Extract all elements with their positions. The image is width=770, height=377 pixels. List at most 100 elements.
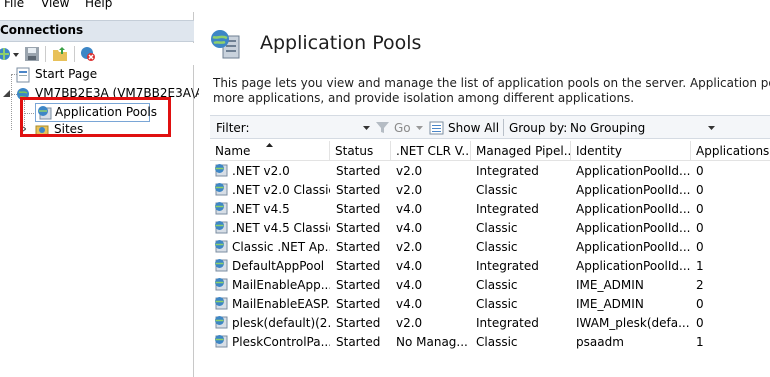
- table-row[interactable]: Classic .NET Ap... Started v2.0 Classic Appl…: [210, 238, 770, 257]
- go-funnel-icon: [376, 122, 389, 133]
- cell-identity: ApplicationPoolId...: [576, 221, 691, 235]
- cell-identity: psaadm: [576, 335, 624, 349]
- description-line: This page lets you view and manage the l…: [213, 76, 770, 90]
- go-button[interactable]: Go: [394, 121, 411, 135]
- menu-bar: File View Help: [0, 0, 770, 12]
- table-row[interactable]: plesk(default)(2.... Started v2.0 Integrate…: [210, 314, 770, 333]
- highlight-annotation-box: [20, 97, 171, 137]
- cell-status: Started: [336, 183, 381, 197]
- cell-identity: ApplicationPoolId...: [576, 183, 691, 197]
- group-by-select[interactable]: No Grouping: [570, 121, 645, 135]
- app-pool-icon: [215, 164, 228, 177]
- cell-applications: 0: [696, 221, 704, 235]
- app-pool-icon: [215, 335, 228, 348]
- go-dropdown-icon[interactable]: [416, 126, 423, 130]
- connect-globe-icon[interactable]: [0, 46, 12, 62]
- show-all-button[interactable]: Show All: [448, 121, 499, 135]
- table-row[interactable]: PleskControlPa... Started No Manag... Class…: [210, 333, 770, 352]
- cell-identity: IME_ADMIN: [576, 297, 644, 311]
- cell-name: MailEnableEASP...: [232, 297, 330, 311]
- cell-pipeline: Integrated: [476, 316, 539, 330]
- separator: [503, 119, 504, 136]
- column-header-applications[interactable]: Applications: [691, 141, 770, 161]
- tree-item-label: Start Page: [35, 67, 98, 81]
- dropdown-arrow-icon[interactable]: [13, 53, 19, 57]
- cell-pipeline: Classic: [476, 221, 518, 235]
- cell-status: Started: [336, 316, 381, 330]
- table-header: Name Status .NET CLR V... Managed Pipel.…: [210, 141, 770, 161]
- cell-status: Started: [336, 335, 381, 349]
- cell-applications: 0: [696, 164, 704, 178]
- column-header-clr-version[interactable]: .NET CLR V...: [391, 141, 471, 161]
- group-by-label: Group by:: [509, 121, 568, 135]
- cell-pipeline: Classic: [476, 240, 518, 254]
- cell-clr-version: v2.0: [396, 183, 423, 197]
- save-icon[interactable]: [24, 46, 40, 62]
- column-header-identity[interactable]: Identity: [571, 141, 691, 161]
- filter-bar: Filter: Go Show All Group by: No Groupin…: [210, 115, 770, 139]
- cell-name: .NET v4.5 Classic: [232, 221, 330, 235]
- cell-applications: 0: [696, 183, 704, 197]
- cell-applications: 1: [696, 335, 704, 349]
- cell-applications: 0: [696, 297, 704, 311]
- cell-name: MailEnableApp...: [232, 278, 330, 292]
- table-row[interactable]: .NET v2.0 Classic Started v2.0 Classic Appli…: [210, 181, 770, 200]
- cell-applications: 0: [696, 202, 704, 216]
- table-row[interactable]: DefaultAppPool Started v4.0 Integrated Appli…: [210, 257, 770, 276]
- cell-applications: 0: [696, 316, 704, 330]
- table-row[interactable]: .NET v4.5 Classic Started v4.0 Classic Appli…: [210, 219, 770, 238]
- cell-status: Started: [336, 202, 381, 216]
- cell-pipeline: Classic: [476, 335, 518, 349]
- cell-clr-version: v4.0: [396, 278, 423, 292]
- cell-identity: ApplicationPoolId...: [576, 259, 691, 273]
- cell-name: plesk(default)(2....: [232, 316, 330, 330]
- table-row[interactable]: .NET v2.0 Started v2.0 Integrated Applicatio…: [210, 162, 770, 181]
- app-pool-icon: [215, 297, 228, 310]
- folder-up-icon[interactable]: [52, 46, 68, 62]
- cell-status: Started: [336, 164, 381, 178]
- sort-ascending-icon: [266, 143, 273, 147]
- cell-status: Started: [336, 221, 381, 235]
- page-title: Application Pools: [260, 32, 422, 54]
- application-pools-table: Name Status .NET CLR V... Managed Pipel.…: [210, 141, 770, 377]
- menu-help[interactable]: Help: [85, 0, 112, 10]
- app-pool-icon: [215, 278, 228, 291]
- cell-pipeline: Integrated: [476, 164, 539, 178]
- app-pool-icon: [215, 240, 228, 253]
- cell-status: Started: [336, 278, 381, 292]
- cell-name: PleskControlPa...: [232, 335, 330, 349]
- collapse-arrow-icon[interactable]: [3, 90, 10, 97]
- app-pool-icon: [215, 183, 228, 196]
- filter-dropdown-icon[interactable]: [363, 126, 370, 130]
- cell-name: .NET v2.0: [232, 164, 290, 178]
- cell-identity: ApplicationPoolId...: [576, 240, 691, 254]
- tree-line: [11, 74, 12, 130]
- group-by-dropdown-icon[interactable]: [708, 126, 715, 130]
- table-row[interactable]: MailEnableEASP... Started v4.0 Classic IME_A…: [210, 295, 770, 314]
- cell-pipeline: Integrated: [476, 259, 539, 273]
- feature-pane: Application Pools This page lets you vie…: [199, 12, 770, 377]
- cell-status: Started: [336, 259, 381, 273]
- cell-clr-version: v2.0: [396, 164, 423, 178]
- cell-applications: 1: [696, 259, 704, 273]
- cell-clr-version: v4.0: [396, 259, 423, 273]
- connections-header: Connections: [0, 20, 194, 42]
- table-row[interactable]: .NET v4.5 Started v4.0 Integrated Applicatio…: [210, 200, 770, 219]
- disconnect-icon[interactable]: [80, 46, 96, 62]
- table-row[interactable]: MailEnableApp... Started v4.0 Classic IME_AD…: [210, 276, 770, 295]
- column-header-name[interactable]: Name: [210, 141, 330, 161]
- cell-applications: 0: [696, 240, 704, 254]
- app-pool-icon: [215, 221, 228, 234]
- cell-pipeline: Integrated: [476, 202, 539, 216]
- cell-status: Started: [336, 240, 381, 254]
- menu-view[interactable]: View: [41, 0, 69, 10]
- filter-input[interactable]: [250, 118, 372, 136]
- column-header-pipeline[interactable]: Managed Pipel...: [471, 141, 571, 161]
- menu-file[interactable]: File: [4, 0, 24, 10]
- cell-clr-version: v2.0: [396, 316, 423, 330]
- cell-clr-version: v4.0: [396, 297, 423, 311]
- cell-clr-version: v4.0: [396, 202, 423, 216]
- column-header-status[interactable]: Status: [330, 141, 391, 161]
- application-pools-header-icon: [211, 30, 240, 59]
- page-description: This page lets you view and manage the l…: [213, 76, 770, 106]
